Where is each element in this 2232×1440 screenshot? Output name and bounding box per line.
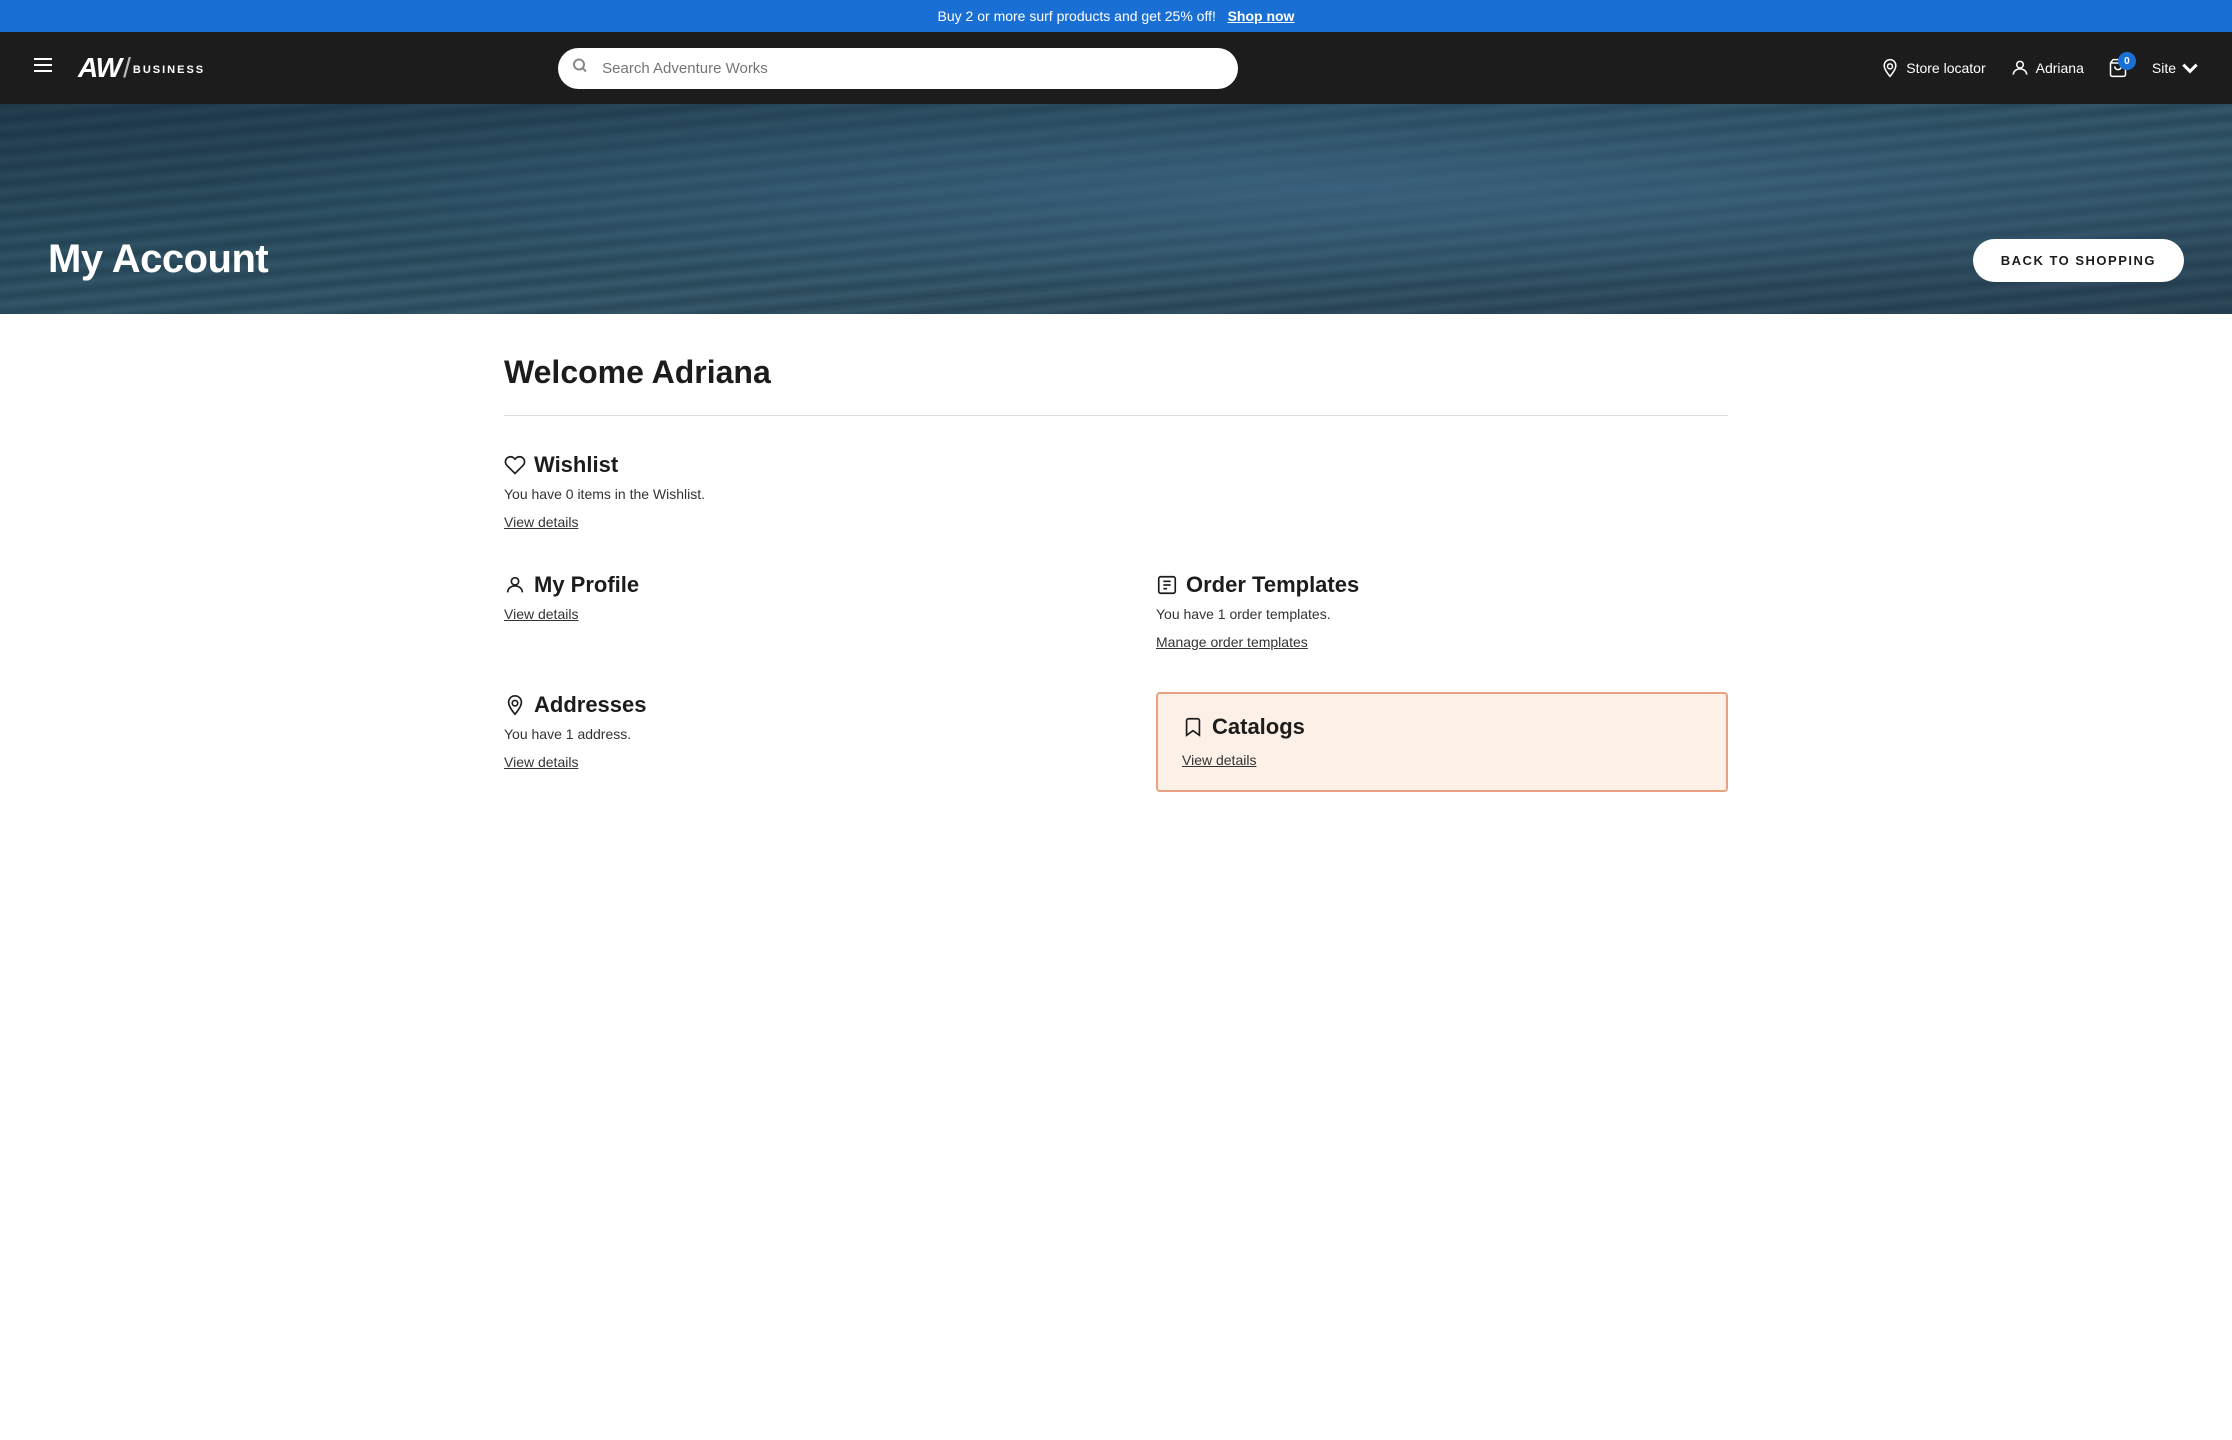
order-templates-icon <box>1156 574 1178 596</box>
addresses-text: You have 1 address. <box>504 726 1076 742</box>
cart-button[interactable]: 0 <box>2108 58 2128 78</box>
profile-orders-row: My Profile View details Order Templates … <box>504 572 1728 652</box>
addresses-title: Addresses <box>504 692 1076 718</box>
catalogs-section: Catalogs View details <box>1156 692 1728 792</box>
search-bar <box>558 48 1238 89</box>
addresses-catalogs-row: Addresses You have 1 address. View detai… <box>504 692 1728 792</box>
address-icon <box>504 694 526 716</box>
logo-aw: AW <box>78 52 121 84</box>
site-header: AW / BUSINESS Store locator Adriana 0 Si… <box>0 32 2232 104</box>
hero-background <box>0 104 2232 314</box>
order-templates-section: Order Templates You have 1 order templat… <box>1156 572 1728 652</box>
back-to-shopping-button[interactable]: BACK TO SHOPPING <box>1973 239 2184 282</box>
manage-order-templates-link[interactable]: Manage order templates <box>1156 634 1308 650</box>
search-input[interactable] <box>558 48 1238 89</box>
divider <box>504 415 1728 416</box>
store-locator-button[interactable]: Store locator <box>1880 58 1985 78</box>
search-icon <box>572 58 588 79</box>
heart-icon <box>504 454 526 476</box>
wishlist-view-details-link[interactable]: View details <box>504 514 578 530</box>
order-templates-text: You have 1 order templates. <box>1156 606 1728 622</box>
catalogs-icon <box>1182 716 1204 738</box>
addresses-view-details-link[interactable]: View details <box>504 754 578 770</box>
wishlist-title: Wishlist <box>504 452 1728 478</box>
promo-link[interactable]: Shop now <box>1228 8 1295 24</box>
store-locator-label: Store locator <box>1906 60 1985 76</box>
user-name-label: Adriana <box>2036 60 2084 76</box>
welcome-heading: Welcome Adriana <box>504 354 1728 391</box>
profile-icon <box>504 574 526 596</box>
profile-title: My Profile <box>504 572 1076 598</box>
hero-banner: My Account BACK TO SHOPPING <box>0 104 2232 314</box>
wishlist-section: Wishlist You have 0 items in the Wishlis… <box>504 452 1728 532</box>
header-actions: Store locator Adriana 0 Site <box>1880 58 2200 78</box>
main-content: Welcome Adriana Wishlist You have 0 item… <box>456 314 1776 872</box>
profile-view-details-link[interactable]: View details <box>504 606 578 622</box>
logo-business: BUSINESS <box>133 64 205 76</box>
wishlist-text: You have 0 items in the Wishlist. <box>504 486 1728 502</box>
promo-banner: Buy 2 or more surf products and get 25% … <box>0 0 2232 32</box>
site-dropdown-button[interactable]: Site <box>2152 58 2200 78</box>
order-templates-title: Order Templates <box>1156 572 1728 598</box>
catalogs-title: Catalogs <box>1182 714 1702 740</box>
cart-badge: 0 <box>2118 52 2136 70</box>
promo-text: Buy 2 or more surf products and get 25% … <box>938 8 1216 24</box>
hero-water-overlay <box>0 104 2232 314</box>
hamburger-icon[interactable] <box>32 54 54 82</box>
my-profile-section: My Profile View details <box>504 572 1076 652</box>
user-account-button[interactable]: Adriana <box>2010 58 2084 78</box>
logo-divider: / <box>123 52 131 84</box>
page-title: My Account <box>48 237 268 282</box>
site-dropdown-label: Site <box>2152 60 2176 76</box>
site-logo[interactable]: AW / BUSINESS <box>78 52 205 84</box>
catalogs-view-details-link[interactable]: View details <box>1182 752 1256 768</box>
addresses-section: Addresses You have 1 address. View detai… <box>504 692 1076 792</box>
